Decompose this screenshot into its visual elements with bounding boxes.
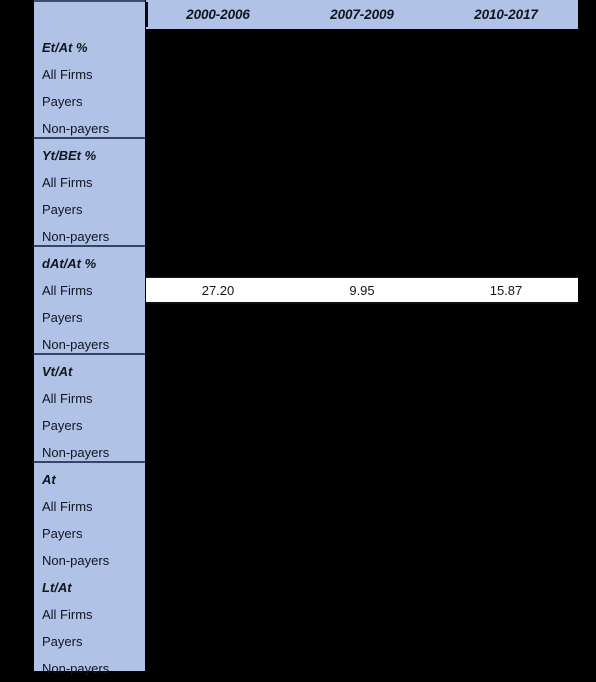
table-cell: 27.20 — [201, 282, 235, 298]
table-row — [146, 412, 578, 439]
table-row-label: Non-payers — [34, 655, 145, 682]
table-row — [146, 223, 578, 250]
row-label: All Firms — [42, 499, 93, 514]
group-title-label: At — [42, 472, 56, 487]
table-row-label: Payers — [34, 412, 145, 439]
table-row-label: Payers — [34, 520, 145, 547]
group-title-row: Lt/At — [34, 574, 145, 601]
table-header-row: 2000-2006 2007-2009 2010-2017 — [146, 0, 578, 29]
row-label: All Firms — [42, 175, 93, 190]
table-row-label: Payers — [34, 196, 145, 223]
table-row — [146, 385, 578, 412]
row-label: Payers — [42, 94, 83, 109]
group-separator-rule-4 — [34, 461, 145, 463]
table-row — [146, 547, 578, 574]
table-row — [146, 115, 578, 142]
table-row — [146, 331, 578, 358]
table-row — [146, 304, 578, 331]
group-title-label: Vt/At — [42, 364, 73, 379]
row-label: Payers — [42, 418, 83, 433]
group-title-row: At — [34, 466, 145, 493]
table-cell: 9.95 — [349, 282, 375, 298]
table-row — [146, 493, 578, 520]
row-label: Payers — [42, 526, 83, 541]
table-row — [146, 601, 578, 628]
table-row-label: Payers — [34, 628, 145, 655]
group-title-row: Et/At % — [34, 34, 145, 61]
table-row-label: All Firms — [34, 169, 145, 196]
row-label: All Firms — [42, 391, 93, 406]
table-row — [146, 61, 578, 88]
column-header-period-2: 2007-2009 — [330, 7, 394, 22]
group-title-label: dAt/At % — [42, 256, 97, 271]
table-row-label: All Firms — [34, 493, 145, 520]
table-row-label: All Firms — [34, 61, 145, 88]
table-row: 27.20 9.95 15.87 — [146, 277, 578, 304]
table-row-label: Payers — [34, 88, 145, 115]
row-label: All Firms — [42, 283, 93, 298]
table-row — [146, 439, 578, 466]
table-row — [146, 88, 578, 115]
stub-header-cell — [146, 2, 155, 27]
table-row — [146, 520, 578, 547]
row-label: Non-payers — [42, 661, 110, 676]
table-row-label: All Firms — [34, 601, 145, 628]
group-separator-rule-2 — [34, 245, 145, 247]
column-header-period-3: 2010-2017 — [474, 7, 538, 22]
group-separator-rule-1 — [34, 137, 145, 139]
row-label: Non-payers — [42, 121, 110, 136]
row-label: Non-payers — [42, 553, 110, 568]
financial-ratio-table: 2000-2006 2007-2009 2010-2017 Et/At % All F… — [0, 0, 596, 679]
row-label: All Firms — [42, 607, 93, 622]
table-row-label: All Firms — [34, 385, 145, 412]
table-row-label: Payers — [34, 304, 145, 331]
table-row — [146, 196, 578, 223]
group-title-label: Et/At % — [42, 40, 88, 55]
row-label: Non-payers — [42, 337, 110, 352]
table-cell: 15.87 — [489, 282, 523, 298]
row-label: Non-payers — [42, 229, 110, 244]
table-row — [146, 655, 578, 682]
row-label-column: Et/At % All Firms Payers Non-payers Yt/BEt %… — [34, 0, 145, 676]
row-label: Payers — [42, 310, 83, 325]
row-label: Non-payers — [42, 445, 110, 460]
table-row — [146, 628, 578, 655]
table-row-label: All Firms — [34, 277, 145, 304]
table-row-label: Non-payers — [34, 547, 145, 574]
group-title-row: Vt/At — [34, 358, 145, 385]
group-title-label: Yt/BEt % — [42, 148, 97, 163]
column-header-period-1: 2000-2006 — [186, 7, 250, 22]
group-title-row: Yt/BEt % — [34, 142, 145, 169]
group-title-row: dAt/At % — [34, 250, 145, 277]
group-separator-rule-3 — [34, 353, 145, 355]
row-label: Payers — [42, 202, 83, 217]
group-title-label: Lt/At — [42, 580, 72, 595]
stub-top-rule — [34, 0, 145, 2]
row-label: All Firms — [42, 67, 93, 82]
table-row — [146, 169, 578, 196]
row-label: Payers — [42, 634, 83, 649]
